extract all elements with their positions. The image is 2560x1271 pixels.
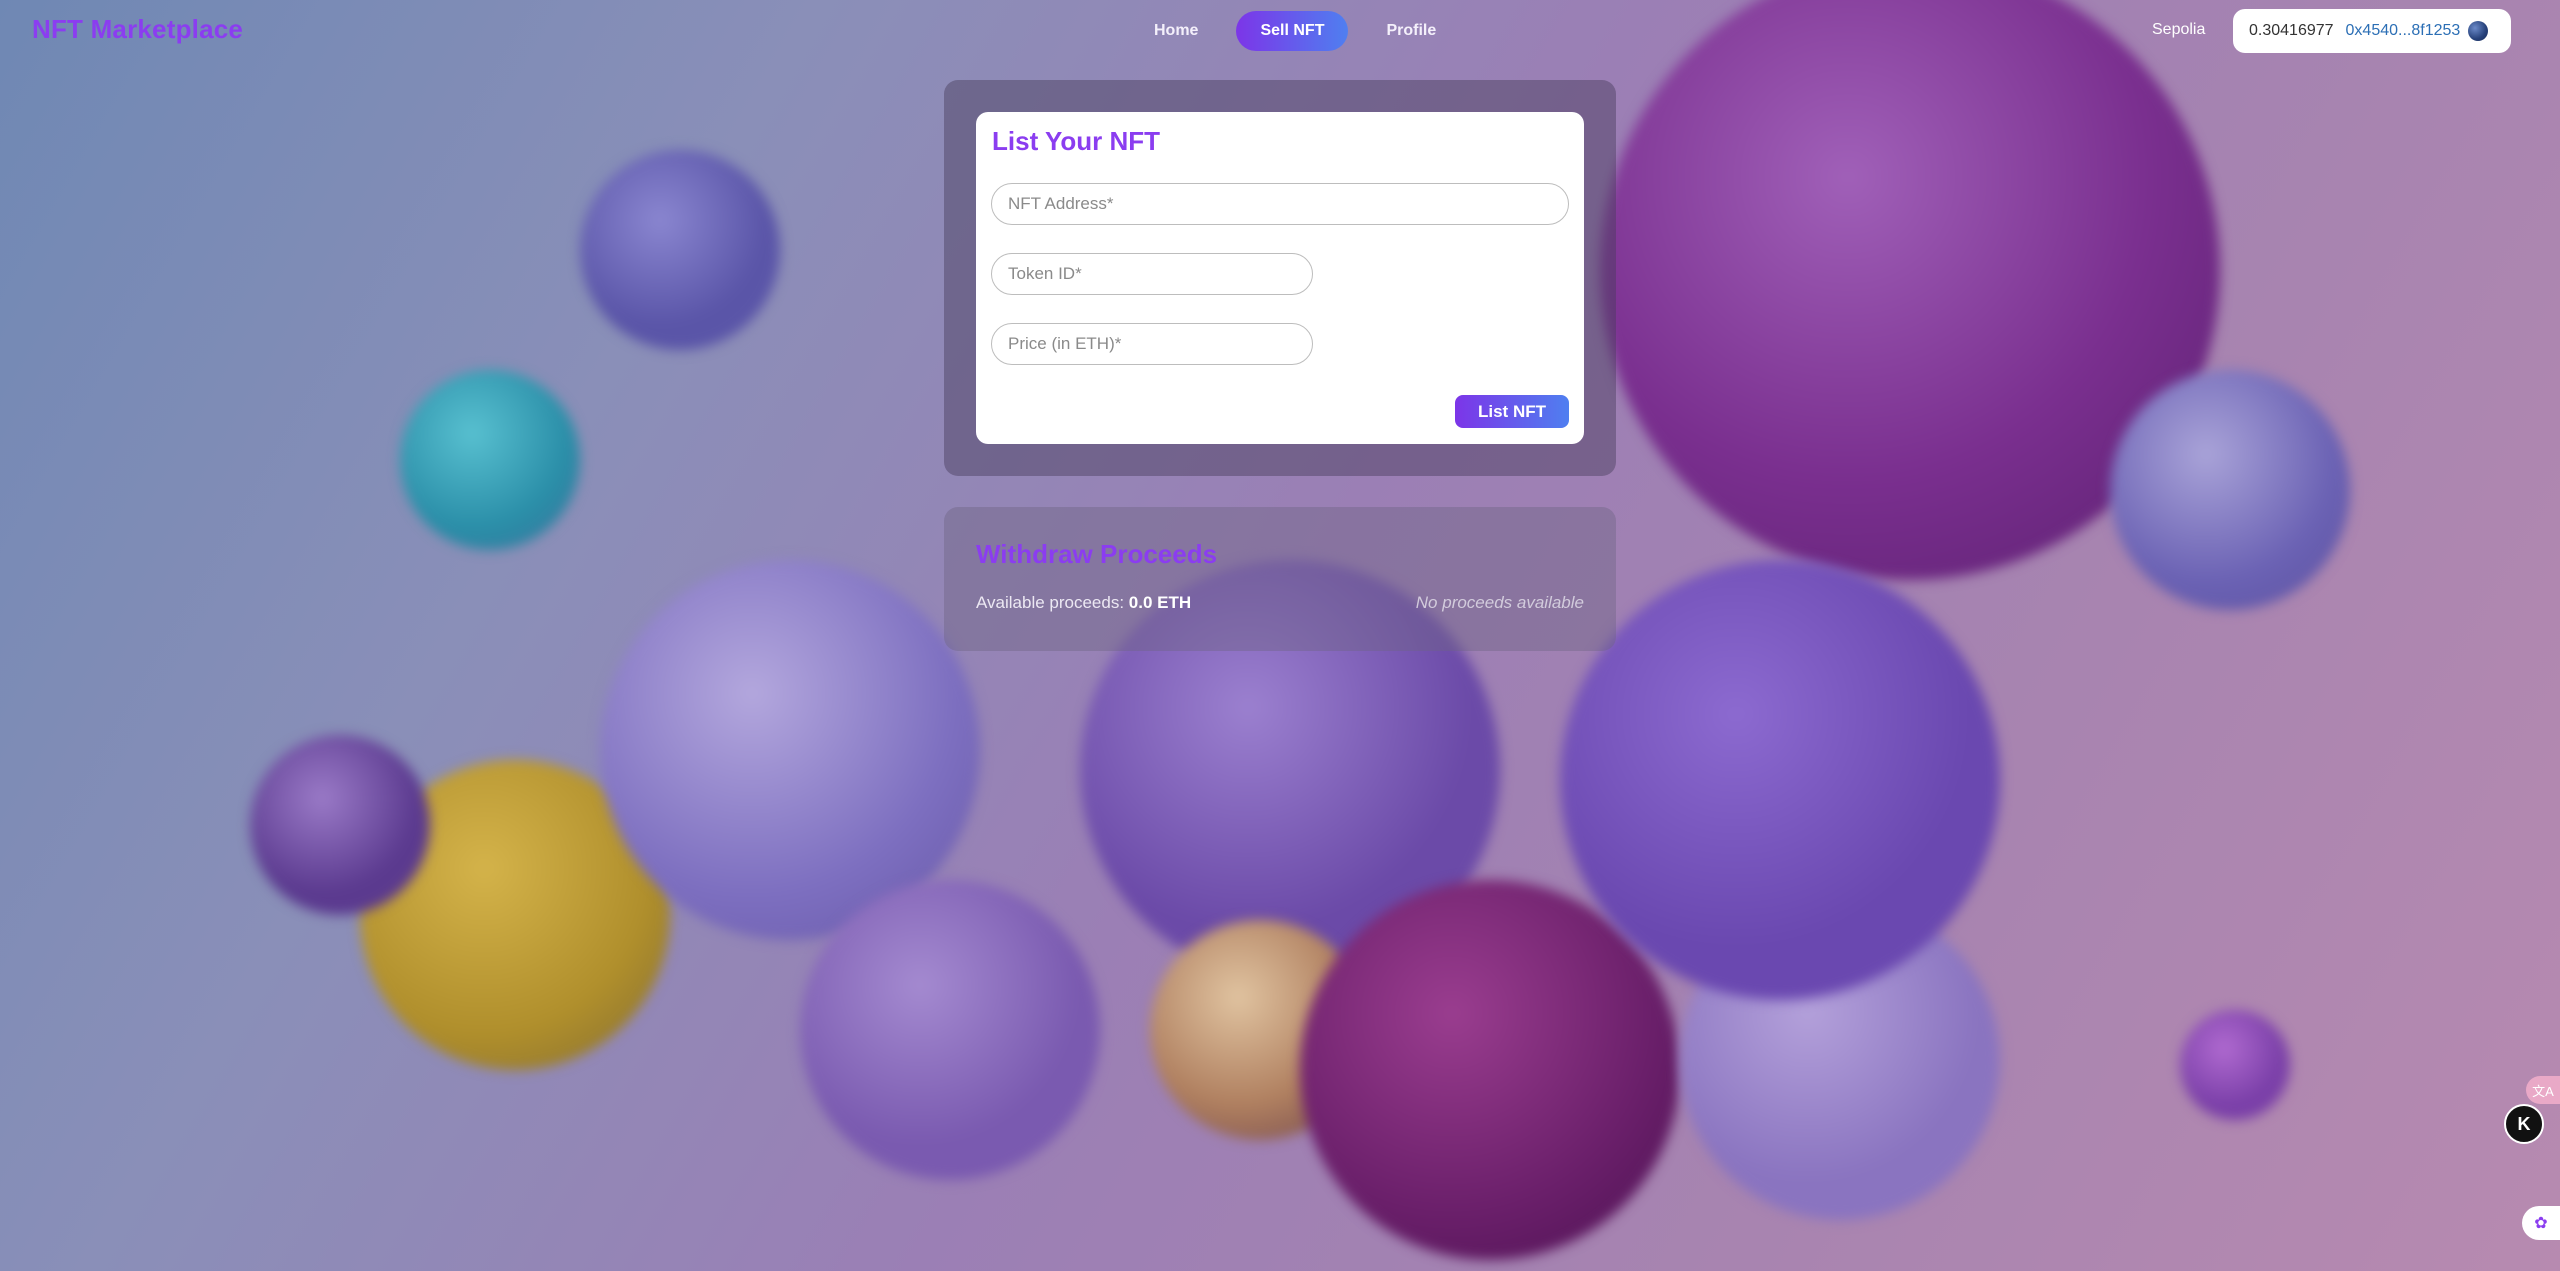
brain-icon[interactable]: ✿: [2522, 1206, 2560, 1240]
background-orb: [2180, 1010, 2290, 1120]
withdraw-panel: Withdraw Proceeds Available proceeds: 0.…: [944, 507, 1616, 651]
page-root: NFT Marketplace Home Sell NFT Profile Se…: [0, 0, 2560, 1271]
wallet-address: 0x4540...8f1253: [2345, 22, 2461, 39]
nav-link-home[interactable]: Home: [1130, 11, 1222, 51]
background-orb: [400, 370, 580, 550]
available-proceeds-label: Available proceeds:: [976, 593, 1125, 612]
list-nft-button[interactable]: List NFT: [1455, 395, 1569, 428]
background-orb: [800, 880, 1100, 1180]
available-proceeds: Available proceeds: 0.0 ETH: [976, 593, 1191, 613]
wallet-balance: 0.30416977: [2249, 22, 2334, 39]
list-nft-title: List Your NFT: [992, 126, 1161, 156]
proceeds-status: No proceeds available: [1415, 593, 1584, 612]
network-label[interactable]: Sepolia: [2152, 21, 2205, 39]
price-input[interactable]: [991, 323, 1313, 365]
withdraw-title: Withdraw Proceeds: [976, 539, 1218, 569]
available-proceeds-value: 0.0 ETH: [1128, 593, 1192, 612]
top-nav: NFT Marketplace Home Sell NFT Profile Se…: [0, 0, 2560, 64]
token-id-input[interactable]: [991, 253, 1313, 295]
background-orb: [250, 735, 430, 915]
list-nft-form: List Your NFT List NFT: [976, 112, 1584, 444]
background-orb: [1560, 560, 2000, 1000]
background-orb: [2110, 370, 2350, 610]
nft-address-input[interactable]: [991, 183, 1569, 225]
brand-logo[interactable]: NFT Marketplace: [32, 14, 243, 45]
background-orb: [1300, 880, 1680, 1260]
background-orb: [580, 150, 780, 350]
nav-link-profile[interactable]: Profile: [1362, 11, 1460, 51]
nav-link-sell-nft[interactable]: Sell NFT: [1236, 11, 1349, 51]
wallet-button[interactable]: 0.30416977 0x4540...8f1253: [2233, 9, 2511, 53]
wallet-avatar-icon: [2468, 21, 2489, 41]
nav-links: Home Sell NFT Profile: [1130, 11, 1460, 51]
translate-icon[interactable]: 文A: [2526, 1076, 2560, 1104]
k-icon[interactable]: K: [2504, 1104, 2544, 1144]
